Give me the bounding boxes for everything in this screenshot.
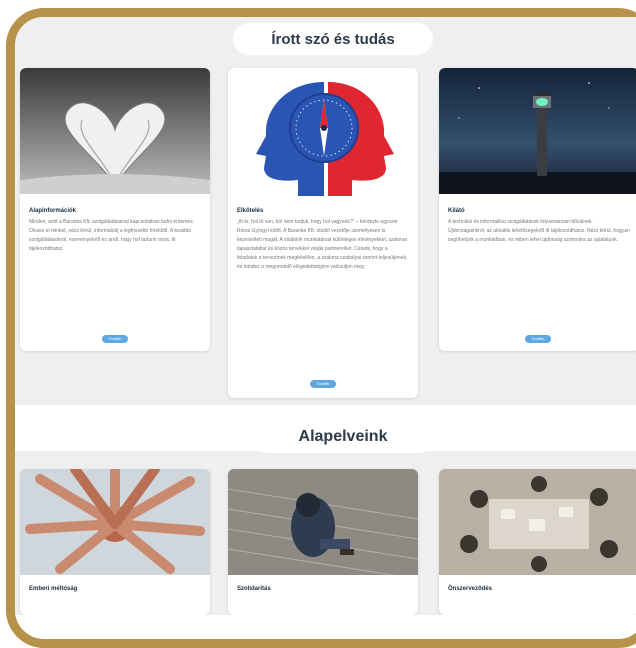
card-title: Elkötelés xyxy=(237,208,264,214)
card-title: Önszerveződés xyxy=(448,586,493,592)
book-heart-image xyxy=(20,68,210,194)
card-elkoteles[interactable]: Elkötelés „Itt ér, hol tű van, hol nem t… xyxy=(228,68,418,398)
card-title: Szolidaritás xyxy=(237,586,271,592)
card-onszervezodes[interactable]: Önszerveződés xyxy=(439,469,636,615)
card-emberi-meltosag[interactable]: Emberi méltóság xyxy=(20,469,210,615)
card-title: Emberi méltóság xyxy=(29,586,78,592)
more-button[interactable]: Tovább xyxy=(102,335,128,343)
card-title: Kilátó xyxy=(448,208,465,214)
card-szolidaritas[interactable]: Szolidaritás xyxy=(228,469,418,615)
hands-together-image xyxy=(20,469,210,575)
brain-compass-image xyxy=(228,68,418,196)
card-kilato[interactable]: Kilátó A technikai és informatikai szolg… xyxy=(439,68,636,351)
card-alapinformaciok[interactable]: Alapinformációk Minden, amit a Baranka K… xyxy=(20,68,210,351)
lighthouse-image xyxy=(439,68,636,194)
website-screen: Írott szó és tudás Alapinformációk Minde… xyxy=(15,17,636,615)
card-text: „Itt ér, hol tű van, hol nem tudjuk, hog… xyxy=(237,219,408,270)
team-meeting-image xyxy=(439,469,636,575)
more-button[interactable]: Tovább xyxy=(525,335,551,343)
card-text: Minden, amit a Baranka Kft. szolgáltatás… xyxy=(29,219,195,252)
card-title: Alapinformációk xyxy=(29,208,77,214)
more-button[interactable]: Tovább xyxy=(310,380,336,388)
section-title: Írott szó és tudás xyxy=(233,23,433,55)
page-frame: Írott szó és tudás Alapinformációk Minde… xyxy=(0,0,636,648)
card-text: A technikai és informatikai szolgáltatás… xyxy=(448,219,630,243)
sad-person-image xyxy=(228,469,418,575)
section-title: Alapelveink xyxy=(251,421,435,453)
